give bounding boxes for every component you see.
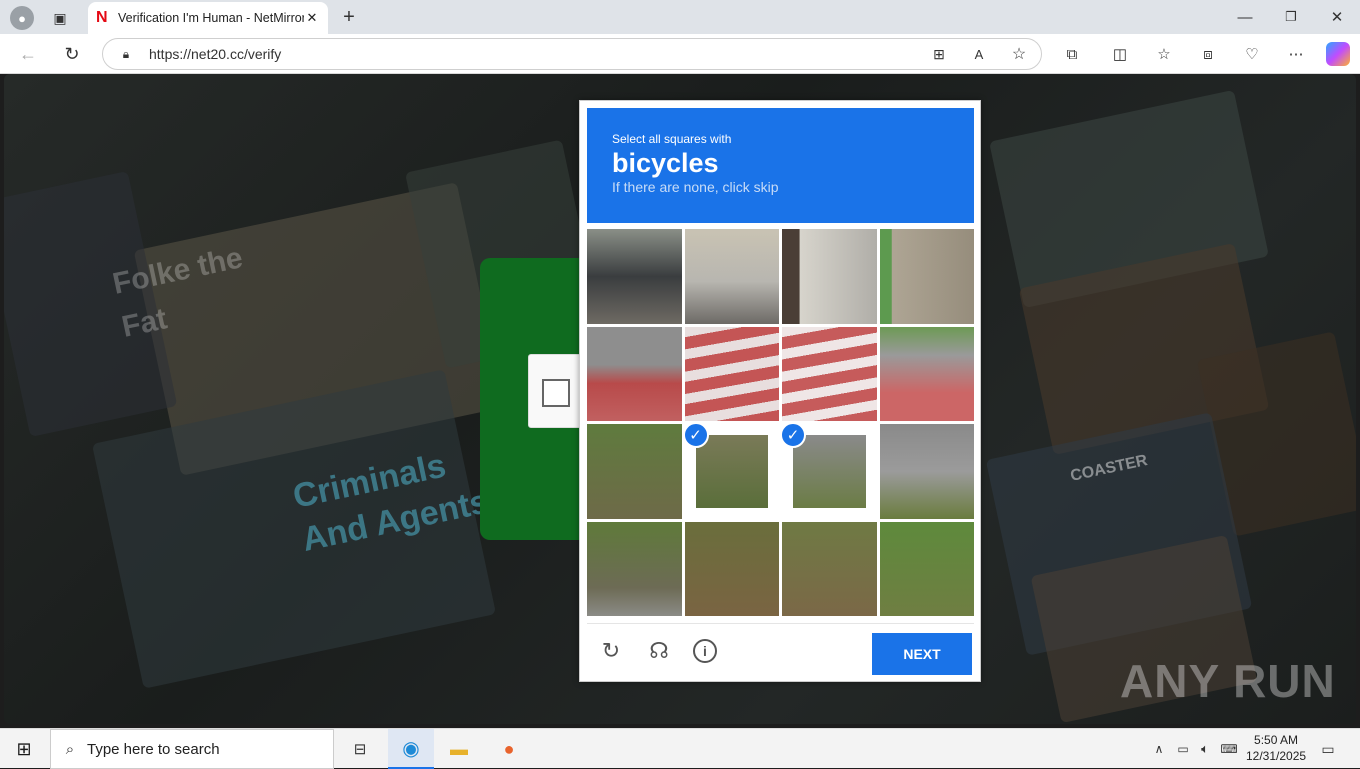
tile-image xyxy=(695,435,768,508)
taskbar-search-placeholder: Type here to search xyxy=(87,740,220,758)
captcha-checkbox[interactable] xyxy=(542,379,570,407)
split-screen-icon[interactable]: ◫ xyxy=(1108,42,1132,66)
netmirror-favicon-icon: N xyxy=(96,9,108,26)
captcha-checkbox-widget[interactable] xyxy=(528,354,584,428)
firefox-icon[interactable]: ● xyxy=(496,737,522,761)
headphones-icon[interactable]: ☊ xyxy=(645,637,673,665)
captcha-tile-selected[interactable]: ✓ xyxy=(682,422,779,519)
tab-strip: ● ▣ N Verification I'm Human - NetMirror… xyxy=(0,0,1360,34)
search-icon: ⌕ xyxy=(65,740,75,758)
browser-tab[interactable]: N Verification I'm Human - NetMirror ✕ xyxy=(88,2,328,34)
checkmark-icon: ✓ xyxy=(780,422,806,448)
notification-icon[interactable]: ▭ xyxy=(1318,739,1338,759)
captcha-tile[interactable] xyxy=(684,326,779,421)
favorite-star-icon[interactable]: ☆ xyxy=(1009,44,1029,64)
task-view-icon[interactable]: ⊟ xyxy=(348,737,372,761)
reload-icon[interactable]: ↻ xyxy=(597,637,625,665)
system-clock[interactable]: 5:50 AM 12/31/2025 xyxy=(1246,732,1306,764)
captcha-tile-selected[interactable]: ✓ xyxy=(780,422,877,519)
minimize-icon[interactable]: — xyxy=(1232,4,1258,30)
anyrun-watermark: ANY RUN xyxy=(1120,655,1336,707)
windows-start-icon[interactable]: ⊞ xyxy=(14,739,34,759)
tab-title: Verification I'm Human - NetMirror xyxy=(118,11,304,25)
browser-essentials-icon[interactable]: ♡ xyxy=(1240,42,1264,66)
new-tab-icon[interactable]: + xyxy=(336,4,362,30)
back-icon[interactable]: ← xyxy=(16,42,40,66)
captcha-tile[interactable] xyxy=(684,229,779,324)
favorites-icon[interactable]: ☆ xyxy=(1152,42,1176,66)
network-icon[interactable]: ▭ xyxy=(1174,739,1192,759)
tab-actions-icon[interactable]: ▣ xyxy=(48,6,72,30)
close-window-icon[interactable]: ✕ xyxy=(1324,4,1350,30)
file-explorer-icon[interactable]: ▬ xyxy=(446,737,472,761)
checkmark-icon: ✓ xyxy=(682,422,709,448)
captcha-challenge: Select all squares with bicycles If ther… xyxy=(579,100,981,682)
taskbar-search[interactable]: ⌕ Type here to search xyxy=(50,729,334,769)
url-text: https://net20.cc/verify xyxy=(149,46,282,62)
captcha-tile[interactable] xyxy=(782,229,877,324)
captcha-target: bicycles xyxy=(612,148,719,178)
captcha-tile[interactable] xyxy=(684,521,779,616)
restore-icon[interactable]: ❐ xyxy=(1278,4,1304,30)
address-bar-area: ← ↻ 🔒︎ https://net20.cc/verify ⊞ A ☆ ⧉ ◫… xyxy=(0,34,1360,74)
settings-menu-icon[interactable]: ⋯ xyxy=(1284,42,1308,66)
captcha-tile[interactable] xyxy=(879,424,974,519)
captcha-tile[interactable] xyxy=(879,229,974,324)
copilot-icon[interactable] xyxy=(1326,42,1350,66)
captcha-prompt: Select all squares with xyxy=(612,132,732,146)
captcha-grid: ✓ ✓ xyxy=(587,229,974,616)
captcha-tile[interactable] xyxy=(879,521,974,616)
captcha-tile[interactable] xyxy=(782,326,877,421)
chevron-up-icon[interactable]: ∧ xyxy=(1150,739,1168,759)
taskbar: ⊞ ⌕ Type here to search ⊟ ◉ ▬ ● ∧ ▭ 🔈︎ ⌨… xyxy=(0,728,1360,769)
captcha-tile[interactable] xyxy=(587,424,682,519)
close-tab-icon[interactable]: ✕ xyxy=(304,10,320,26)
captcha-hint: If there are none, click skip xyxy=(612,179,779,195)
captcha-footer: ↻ ☊ i NEXT xyxy=(587,623,974,675)
clock-time: 5:50 AM xyxy=(1254,733,1299,747)
volume-icon[interactable]: 🔈︎ xyxy=(1196,739,1214,759)
tile-image xyxy=(793,435,866,508)
url-field[interactable]: 🔒︎ https://net20.cc/verify ⊞ A ☆ xyxy=(102,38,1042,70)
profile-icon[interactable]: ● xyxy=(10,6,34,30)
lock-icon[interactable]: 🔒︎ xyxy=(117,45,135,63)
captcha-tile[interactable] xyxy=(587,521,682,616)
captcha-header: Select all squares with bicycles If ther… xyxy=(587,108,974,223)
refresh-icon[interactable]: ↻ xyxy=(60,42,84,66)
read-aloud-icon[interactable]: A xyxy=(969,44,989,64)
captcha-tile[interactable] xyxy=(587,326,682,421)
captcha-tile[interactable] xyxy=(782,521,877,616)
extensions-icon[interactable]: ⧉ xyxy=(1060,42,1084,66)
clock-date: 12/31/2025 xyxy=(1246,749,1307,763)
edge-icon[interactable]: ◉ xyxy=(388,729,434,769)
captcha-tile[interactable] xyxy=(587,229,682,324)
language-icon[interactable]: ⌨ xyxy=(1220,739,1238,759)
captcha-tile[interactable] xyxy=(879,326,974,421)
info-icon[interactable]: i xyxy=(693,639,717,663)
collections-icon[interactable]: ⧈ xyxy=(1196,42,1220,66)
app-available-icon[interactable]: ⊞ xyxy=(929,44,949,64)
next-button[interactable]: NEXT xyxy=(872,633,972,675)
